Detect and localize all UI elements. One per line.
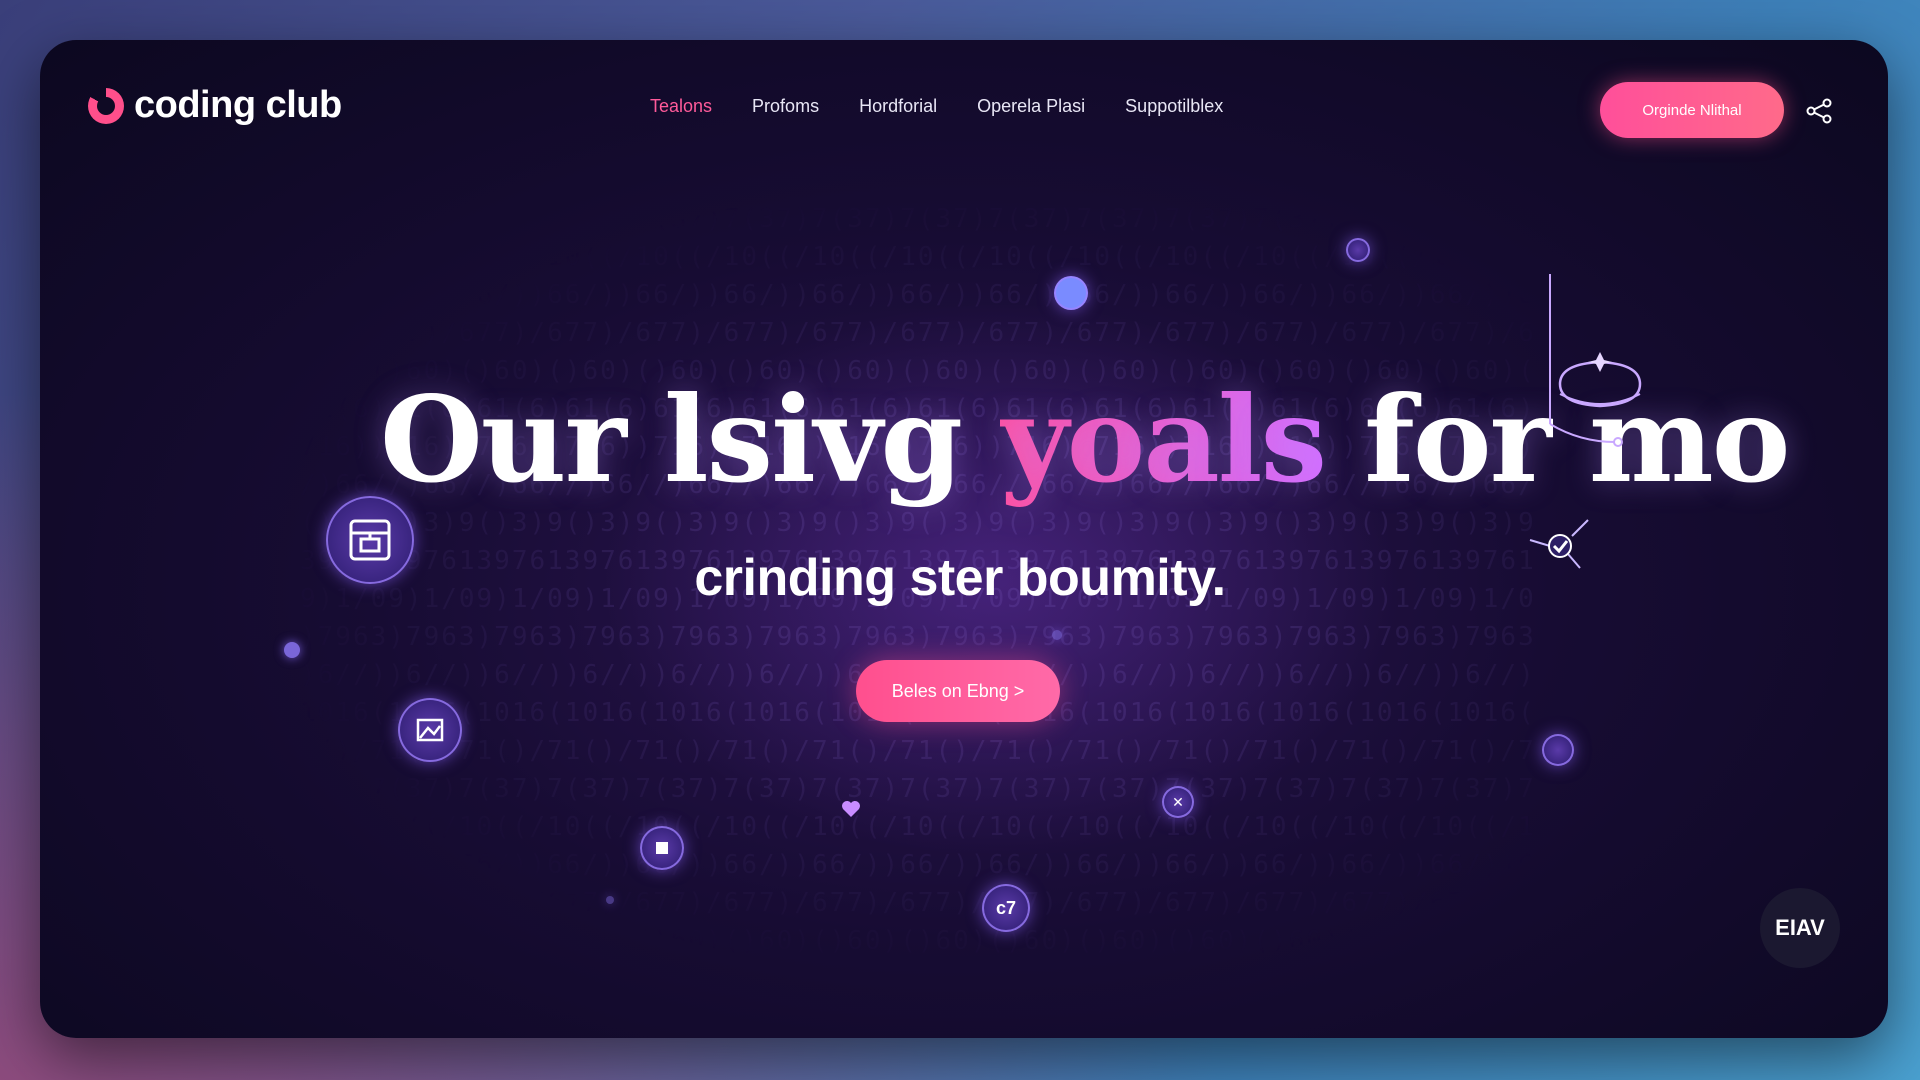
ring-node-icon — [1346, 238, 1370, 262]
nav-item-operela-plasi[interactable]: Operela Plasi — [977, 96, 1085, 117]
search-node-icon: ✕ — [1162, 786, 1194, 818]
heart-icon — [842, 801, 860, 817]
document-node-icon — [640, 826, 684, 870]
app-window: (37)7(37)7(37)7(37)7(37)7(37)7(37)7(37)7… — [40, 40, 1888, 1038]
code-node-icon: c7 — [982, 884, 1030, 932]
main-nav: Tealons Profoms Hordforial Operela Plasi… — [650, 96, 1223, 117]
header-cta-button[interactable]: Orginde Nlithal — [1600, 82, 1784, 138]
chat-node-icon — [1542, 734, 1574, 766]
share-icon[interactable] — [1804, 96, 1834, 126]
brand-logo[interactable]: coding club — [88, 84, 342, 127]
logo-ring-icon — [88, 87, 124, 124]
corner-badge[interactable]: EIAV — [1760, 888, 1840, 968]
hero-cta-button[interactable]: Beles on Ebng > — [856, 660, 1060, 722]
decor-dot — [284, 642, 300, 658]
hero-subtitle: crinding ster boumity. — [694, 549, 1226, 607]
nav-item-suppotilblex[interactable]: Suppotilblex — [1125, 96, 1223, 117]
brand-name: coding club — [134, 84, 342, 126]
nav-item-tealons[interactable]: Tealons — [650, 96, 712, 117]
nav-item-profoms[interactable]: Profoms — [752, 96, 819, 117]
target-node-icon — [1054, 276, 1088, 310]
nav-item-hordforial[interactable]: Hordforial — [859, 96, 937, 117]
check-target-icon — [1529, 519, 1589, 569]
image-node-icon — [398, 698, 462, 762]
hero-title-accent: yoals — [1000, 370, 1327, 509]
decor-dot — [606, 896, 614, 904]
code-node-label: c7 — [995, 897, 1017, 918]
hero-title-part1: Our lsivg — [380, 370, 1001, 509]
decor-dot — [1052, 630, 1062, 640]
maze-node-icon — [326, 496, 414, 584]
robot-line-icon — [1549, 274, 1642, 447]
